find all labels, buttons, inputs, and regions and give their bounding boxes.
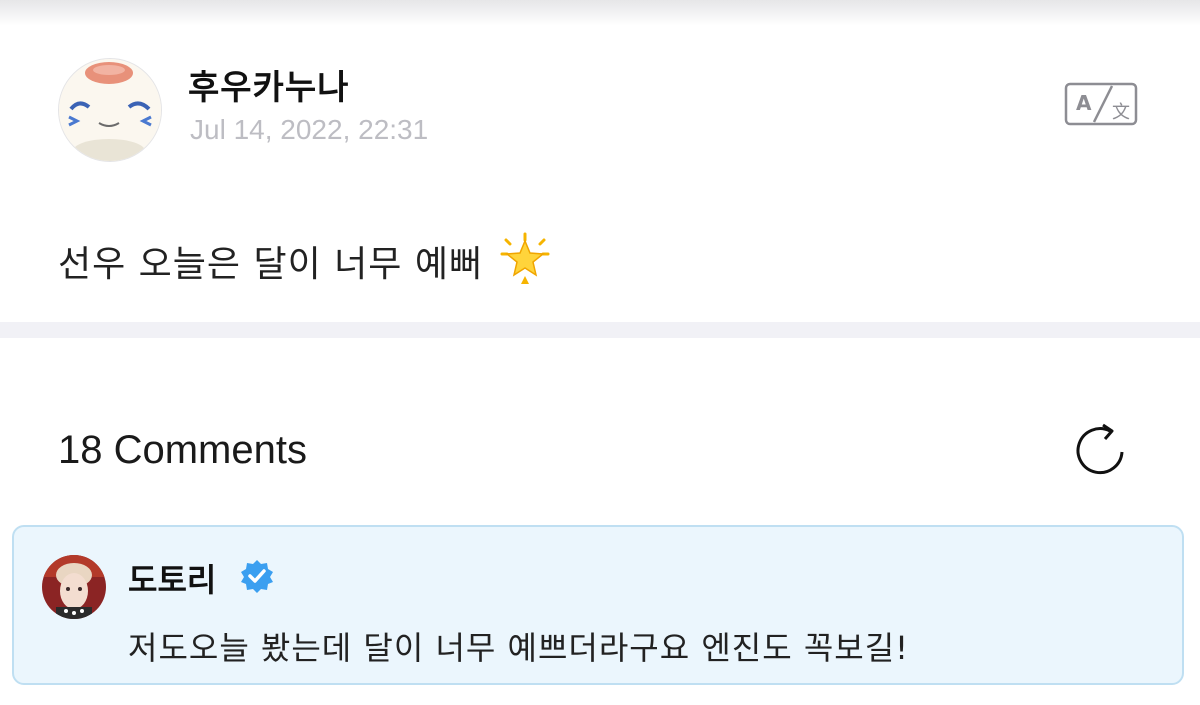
author-avatar[interactable]	[58, 58, 162, 162]
svg-text:文: 文	[1112, 102, 1130, 123]
post-body: 선우 오늘은 달이 너무 예뻐	[58, 232, 552, 295]
comments-count-heading: 18 Comments	[58, 428, 307, 472]
post-header: 후우카누나 Jul 14, 2022, 22:31 A 文	[0, 0, 1200, 200]
translate-icon: A 文	[1064, 82, 1138, 126]
post-text: 선우 오늘은 달이 너무 예뻐	[58, 244, 484, 285]
refresh-comments-button[interactable]	[1070, 422, 1132, 480]
post-timestamp: Jul 14, 2022, 22:31	[190, 114, 429, 145]
verified-badge-icon	[240, 559, 274, 593]
highlighted-comment[interactable]: 도토리 저도오늘 봤는데 달이 너무 예쁘더라구요 엔진도 꼭보길!	[12, 525, 1184, 685]
author-name[interactable]: 후우카누나	[188, 60, 349, 109]
comment-author-name[interactable]: 도토리	[128, 555, 216, 601]
refresh-icon	[1076, 423, 1124, 475]
section-divider	[0, 322, 1200, 338]
glowing-star-icon	[498, 232, 552, 295]
comment-text: 저도오늘 봤는데 달이 너무 예쁘더라구요 엔진도 꼭보길!	[128, 629, 909, 667]
comment-author-avatar[interactable]	[42, 555, 106, 619]
svg-text:A: A	[1076, 91, 1092, 115]
translate-button[interactable]: A 文	[1060, 78, 1144, 134]
